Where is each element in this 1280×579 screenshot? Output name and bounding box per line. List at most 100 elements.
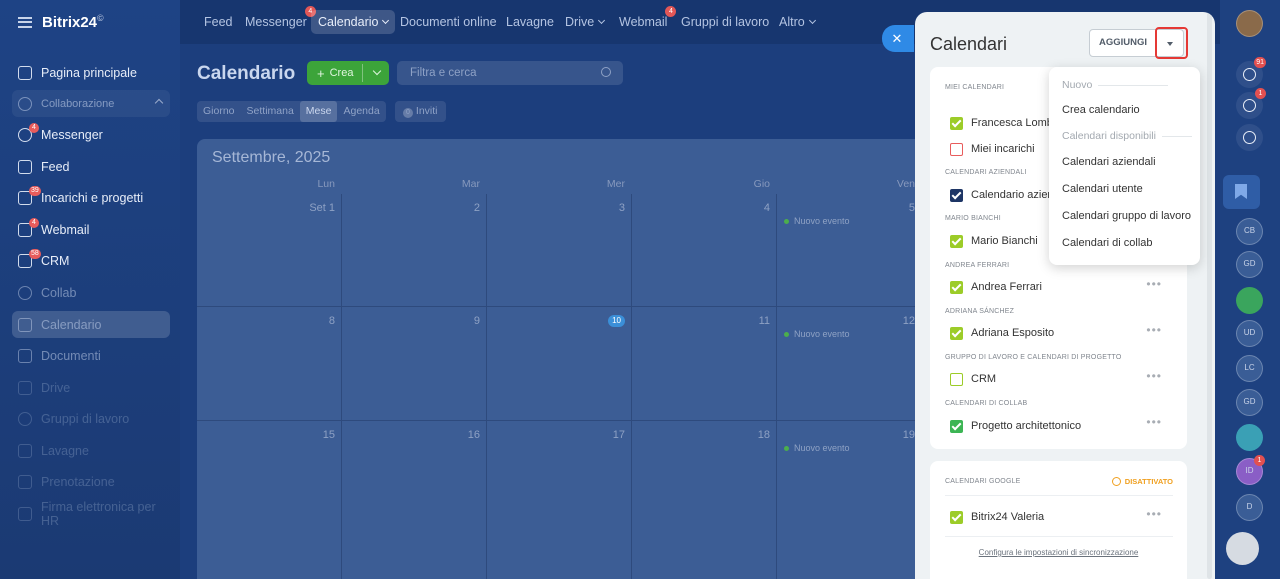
avatar[interactable]: UD [1236, 320, 1263, 347]
sidebar-item-feed[interactable]: Feed [12, 153, 170, 180]
menu-icon[interactable] [18, 16, 32, 28]
contact-card-icon[interactable] [1236, 287, 1263, 314]
tab-drive[interactable]: Drive [558, 10, 611, 34]
sidebar-item-lavagne[interactable]: Lavagne [12, 437, 170, 464]
avatar[interactable]: GD [1236, 389, 1263, 416]
month-title: Settembre, 2025 [212, 149, 331, 166]
day-cell[interactable]: 17 [487, 421, 632, 579]
avatar[interactable]: LC [1236, 355, 1263, 382]
menu-item-collab-calendars[interactable]: Calendari di collab [1062, 237, 1153, 249]
sidebar-section-collaborazione[interactable]: Collaborazione [12, 90, 170, 117]
user-avatar[interactable] [1236, 10, 1263, 37]
menu-item-user-calendars[interactable]: Calendari utente [1062, 183, 1143, 195]
calendar-row-google[interactable]: Bitrix24 Valeria [950, 509, 1044, 525]
sidebar-item-drive[interactable]: Drive [12, 374, 170, 401]
sidebar-item-crm[interactable]: 58 CRM [12, 247, 170, 274]
checkbox[interactable] [950, 142, 963, 156]
day-cell[interactable]: 5 [777, 194, 920, 307]
sidebar-item-messenger[interactable]: 4 Messenger [12, 121, 170, 148]
view-switcher: Giorno Settimana Mese Agenda [197, 101, 386, 122]
checkbox[interactable] [950, 116, 963, 130]
avatar[interactable]: GD [1236, 251, 1263, 278]
calendar-row-andrea[interactable]: Andrea Ferrari [950, 279, 1042, 295]
tab-messenger[interactable]: Messenger 4 [238, 6, 316, 34]
day-cell[interactable]: 8 [197, 307, 342, 421]
view-month[interactable]: Mese [299, 101, 338, 122]
chat-icon[interactable] [1236, 424, 1263, 451]
tab-gruppi-di-lavoro[interactable]: Gruppi di lavoro [674, 10, 776, 34]
add-button[interactable]: AGGIUNGI [1089, 29, 1157, 57]
checkbox[interactable] [950, 510, 963, 524]
sidebar-item-webmail[interactable]: 4 Webmail [12, 216, 170, 243]
calendar-row-crm[interactable]: CRM [950, 371, 996, 387]
sidebar-item-prenotazione[interactable]: Prenotazione [12, 468, 170, 495]
day-cell[interactable]: 18 Nuovo evento [632, 421, 850, 579]
calendar-row-tasks[interactable]: Miei incarichi [950, 141, 1035, 157]
scrollbar[interactable] [1207, 12, 1212, 579]
tab-feed[interactable]: Feed [197, 10, 240, 34]
calendar-row-project[interactable]: Progetto architettonico [950, 418, 1081, 434]
sidebar-item-collab[interactable]: Collab [12, 279, 170, 306]
search-icon[interactable] [601, 67, 611, 77]
activity-button[interactable]: 1 [1236, 88, 1266, 119]
sidebar-item-tasks[interactable]: 39 Incarichi e progetti [12, 184, 170, 211]
menu-item-group-calendars[interactable]: Calendari gruppo di lavoro [1062, 210, 1191, 222]
more-options-icon[interactable]: ••• [1146, 277, 1162, 291]
tab-altro[interactable]: Altro [772, 10, 822, 34]
checkbox[interactable] [950, 326, 963, 340]
menu-item-create-calendar[interactable]: Crea calendario [1062, 104, 1140, 116]
calendar-row-mario[interactable]: Mario Bianchi [950, 233, 1038, 249]
collab-icon [18, 285, 32, 300]
tab-webmail[interactable]: Webmail 4 [612, 6, 677, 34]
avatar[interactable]: D [1236, 494, 1263, 521]
day-cell[interactable]: 9 [342, 307, 487, 421]
day-cell[interactable]: Set 1 [197, 194, 342, 307]
chevron-down-icon[interactable] [372, 66, 382, 76]
view-day[interactable]: Giorno [197, 101, 241, 122]
more-options-icon[interactable]: ••• [1146, 507, 1162, 521]
sidebar-item-gruppi[interactable]: Gruppi di lavoro [12, 405, 170, 432]
avatar[interactable]: CB [1236, 218, 1263, 245]
sidebar-item-documenti[interactable]: Documenti [12, 342, 170, 369]
view-agenda[interactable]: Agenda [337, 101, 385, 122]
more-options-icon[interactable]: ••• [1146, 415, 1162, 429]
day-cell[interactable]: 12 [777, 307, 920, 421]
checkbox[interactable] [950, 372, 963, 386]
day-cell[interactable]: 19 [777, 421, 920, 579]
tab-calendario[interactable]: Calendario [311, 10, 396, 34]
calendar-row-adriana[interactable]: Adriana Esposito [950, 325, 1054, 341]
day-cell-today[interactable]: 10 [487, 307, 632, 421]
target-icon [1243, 99, 1256, 112]
sidebar-item-home[interactable]: Pagina principale [12, 59, 170, 86]
day-cell[interactable]: 15 [197, 421, 342, 579]
checkbox[interactable] [950, 234, 963, 248]
search-button[interactable] [1236, 124, 1263, 151]
close-panel-button[interactable]: ✕ [882, 25, 914, 52]
notifications-button[interactable]: 91 [1236, 57, 1266, 88]
sidebar-item-firma[interactable]: Firma elettronica per HR [12, 500, 170, 528]
day-cell[interactable]: 3 [487, 194, 632, 307]
filter-search-input[interactable]: Filtra e cerca [397, 61, 623, 85]
apps-menu-icon[interactable] [1226, 532, 1259, 565]
logo[interactable]: Bitrix24© [18, 13, 104, 31]
day-cell[interactable]: 11 Nuovo evento [632, 307, 850, 421]
more-options-icon[interactable]: ••• [1146, 323, 1162, 337]
invites-button[interactable]: 0 Inviti [395, 101, 446, 122]
day-cell[interactable]: 16 [342, 421, 487, 579]
more-options-icon[interactable]: ••• [1146, 369, 1162, 383]
day-cell[interactable]: 4 Nuovo evento [632, 194, 850, 307]
checkbox[interactable] [950, 280, 963, 294]
view-week[interactable]: Settimana [241, 101, 300, 122]
checkbox[interactable] [950, 419, 963, 433]
tab-lavagne[interactable]: Lavagne [499, 10, 561, 34]
tab-documenti-online[interactable]: Documenti online [393, 10, 504, 34]
day-cell[interactable]: 2 [342, 194, 487, 307]
booking-icon [18, 474, 32, 489]
sync-settings-link[interactable]: Configura le impostazioni di sincronizza… [930, 548, 1187, 557]
bookmarks-button[interactable] [1223, 175, 1260, 209]
sidebar-item-calendario[interactable]: Calendario [12, 311, 170, 338]
create-button[interactable]: + Crea [307, 61, 389, 85]
menu-item-company-calendars[interactable]: Calendari aziendali [1062, 156, 1156, 168]
avatar[interactable]: ID 1 [1236, 455, 1265, 485]
checkbox[interactable] [950, 188, 963, 202]
